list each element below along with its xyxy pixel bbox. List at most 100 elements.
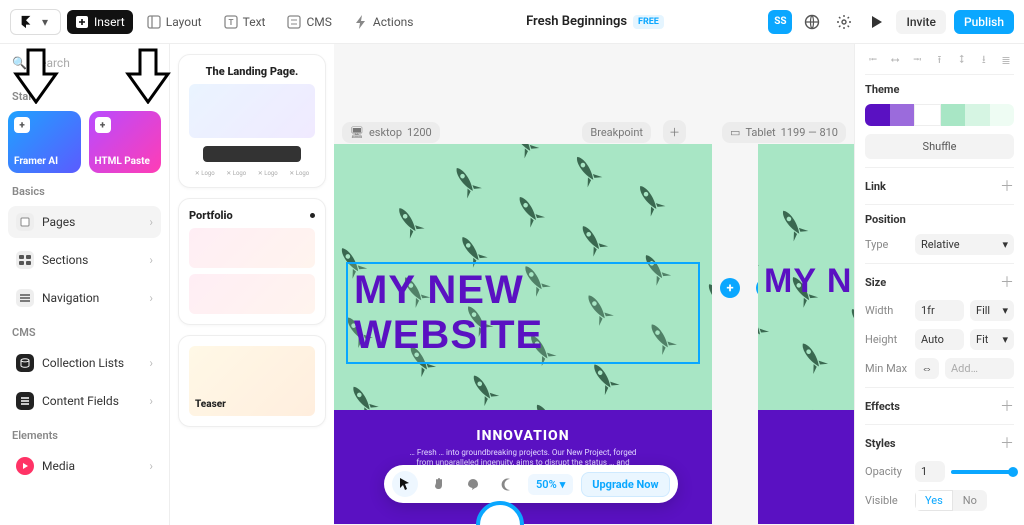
add-size-icon[interactable]: ＋ — [1000, 272, 1014, 292]
swatch[interactable] — [990, 104, 1015, 126]
play-icon[interactable] — [864, 10, 888, 34]
project-title[interactable]: Fresh Beginnings FREE — [428, 14, 763, 29]
breakpoint-tablet[interactable]: ▭ Tablet 1199 — 810 — [722, 122, 846, 143]
height-mode-select[interactable]: Fit▾ — [970, 329, 1014, 350]
visible-label: Visible — [865, 494, 909, 507]
upgrade-button[interactable]: Upgrade Now — [581, 472, 669, 497]
visible-segment[interactable]: Yes No — [915, 490, 987, 511]
swatch[interactable] — [965, 104, 990, 126]
canvas[interactable]: 🖥 esktop 1200 Breakpoint ＋ ▭ Tablet 1199… — [334, 44, 854, 525]
chevron-down-icon: ▾ — [1002, 333, 1008, 346]
template-landing[interactable]: The Landing Page. ✕ Logo ✕ Logo ✕ Logo ✕… — [178, 54, 326, 188]
headline-text: MY NEW WEBSITE — [354, 268, 692, 358]
type-label: Type — [865, 238, 909, 251]
minmax-input[interactable]: Add… — [945, 358, 1014, 379]
sidebar-item-media[interactable]: Media › — [8, 450, 161, 482]
dot-icon — [310, 213, 315, 218]
cms-button[interactable]: CMS — [279, 10, 339, 34]
plus-icon: + — [95, 117, 111, 133]
dark-mode-tool[interactable] — [494, 471, 520, 497]
template-teaser[interactable]: Teaser — [178, 335, 326, 427]
opacity-slider[interactable] — [951, 470, 1014, 474]
add-style-icon[interactable]: ＋ — [1000, 433, 1014, 453]
sidebar-item-label: Collection Lists — [42, 356, 124, 370]
align-center-v-icon[interactable]: ⭥ — [954, 52, 970, 68]
headline-tablet[interactable]: MY NE — [764, 262, 854, 301]
breakpoint-add[interactable]: ＋ — [663, 120, 686, 144]
properties-panel: ⭰ ⭤ ⭲ ⭱ ⭥ ⭳ ≣ Theme Shuffle Link＋ Positi… — [854, 44, 1024, 525]
chevron-down-icon: ▾ — [38, 15, 52, 29]
section-heading: INNOVATION — [364, 428, 682, 444]
user-avatar[interactable]: SS — [768, 10, 792, 34]
gear-icon[interactable] — [832, 10, 856, 34]
align-left-icon[interactable]: ⭰ — [865, 52, 881, 68]
breakpoint-row: 🖥 esktop 1200 Breakpoint ＋ ▭ Tablet 1199… — [334, 120, 854, 144]
align-bottom-icon[interactable]: ⭳ — [976, 52, 992, 68]
comment-tool[interactable] — [460, 471, 486, 497]
swatch[interactable] — [890, 104, 915, 126]
shuffle-button[interactable]: Shuffle — [865, 134, 1014, 159]
publish-button[interactable]: Publish — [954, 10, 1014, 34]
cursor-tool[interactable] — [392, 471, 418, 497]
sections-icon — [16, 251, 34, 269]
swatch[interactable] — [865, 104, 890, 126]
layout-button[interactable]: Layout — [139, 10, 210, 34]
sidebar-item-content-fields[interactable]: Content Fields › — [8, 385, 161, 417]
height-label: Height — [865, 333, 909, 346]
actions-button[interactable]: Actions — [346, 10, 422, 34]
plus-icon — [75, 15, 89, 29]
sidebar-item-label: Pages — [42, 215, 75, 229]
template-portfolio[interactable]: Portfolio — [178, 198, 326, 325]
add-effect-icon[interactable]: ＋ — [1000, 396, 1014, 416]
start-html-paste[interactable]: + HTML Paste — [89, 111, 162, 173]
template-title: Teaser — [195, 399, 226, 410]
cms-icon — [287, 15, 301, 29]
invite-button[interactable]: Invite — [896, 10, 946, 34]
visible-yes[interactable]: Yes — [915, 490, 953, 511]
align-top-icon[interactable]: ⭱ — [931, 52, 947, 68]
height-input[interactable]: Auto — [915, 329, 964, 350]
search-icon: 🔍 — [12, 56, 27, 70]
text-button[interactable]: T Text — [216, 10, 274, 34]
swatch[interactable] — [914, 104, 941, 126]
globe-icon[interactable] — [800, 10, 824, 34]
sidebar-item-navigation[interactable]: Navigation › — [8, 282, 161, 314]
opacity-input[interactable]: 1 — [915, 461, 945, 482]
add-element-handle[interactable]: + — [720, 278, 740, 298]
selected-headline[interactable]: MY NEW WEBSITE — [346, 262, 700, 364]
insert-label: Insert — [94, 15, 125, 29]
frame-tablet[interactable]: MY NE — [758, 144, 854, 524]
template-text-preview — [203, 146, 301, 162]
purple-section[interactable] — [758, 410, 854, 524]
position-type-select[interactable]: Relative▾ — [915, 234, 1014, 255]
chevron-right-icon: › — [149, 215, 153, 229]
framer-menu[interactable]: ▾ — [10, 9, 61, 35]
start-framer-ai[interactable]: + Framer AI — [8, 111, 81, 173]
sidebar-item-sections[interactable]: Sections › — [8, 244, 161, 276]
zoom-control[interactable]: 50%▾ — [528, 474, 573, 495]
align-center-h-icon[interactable]: ⭤ — [887, 52, 903, 68]
breakpoint-desktop[interactable]: 🖥 esktop 1200 — [342, 122, 440, 143]
plan-badge: FREE — [633, 15, 664, 29]
width-input[interactable]: 1fr — [915, 300, 964, 321]
sidebar-item-pages[interactable]: Pages › — [8, 206, 161, 238]
search-input[interactable]: 🔍 Search — [8, 54, 161, 78]
template-hero-preview — [189, 84, 315, 138]
template-title: Portfolio — [189, 209, 233, 222]
minmax-lock[interactable]: ⇔ — [915, 358, 939, 379]
section-start: Start — [8, 84, 161, 105]
sidebar-item-collections[interactable]: Collection Lists › — [8, 347, 161, 379]
visible-no[interactable]: No — [953, 490, 987, 511]
hand-tool[interactable] — [426, 471, 452, 497]
database-icon — [16, 354, 34, 372]
align-right-icon[interactable]: ⭲ — [909, 52, 925, 68]
topbar: ▾ Insert Layout T Text CMS Actions Fresh… — [0, 0, 1024, 44]
insert-button[interactable]: Insert — [67, 10, 133, 34]
add-link-icon[interactable]: ＋ — [1000, 176, 1014, 196]
breakpoint-label[interactable]: Breakpoint — [582, 122, 651, 143]
distribute-icon[interactable]: ≣ — [998, 52, 1014, 68]
width-mode-select[interactable]: Fill▾ — [970, 300, 1014, 321]
swatch[interactable] — [941, 104, 966, 126]
chevron-right-icon: › — [149, 253, 153, 267]
theme-swatches[interactable] — [865, 104, 1014, 126]
